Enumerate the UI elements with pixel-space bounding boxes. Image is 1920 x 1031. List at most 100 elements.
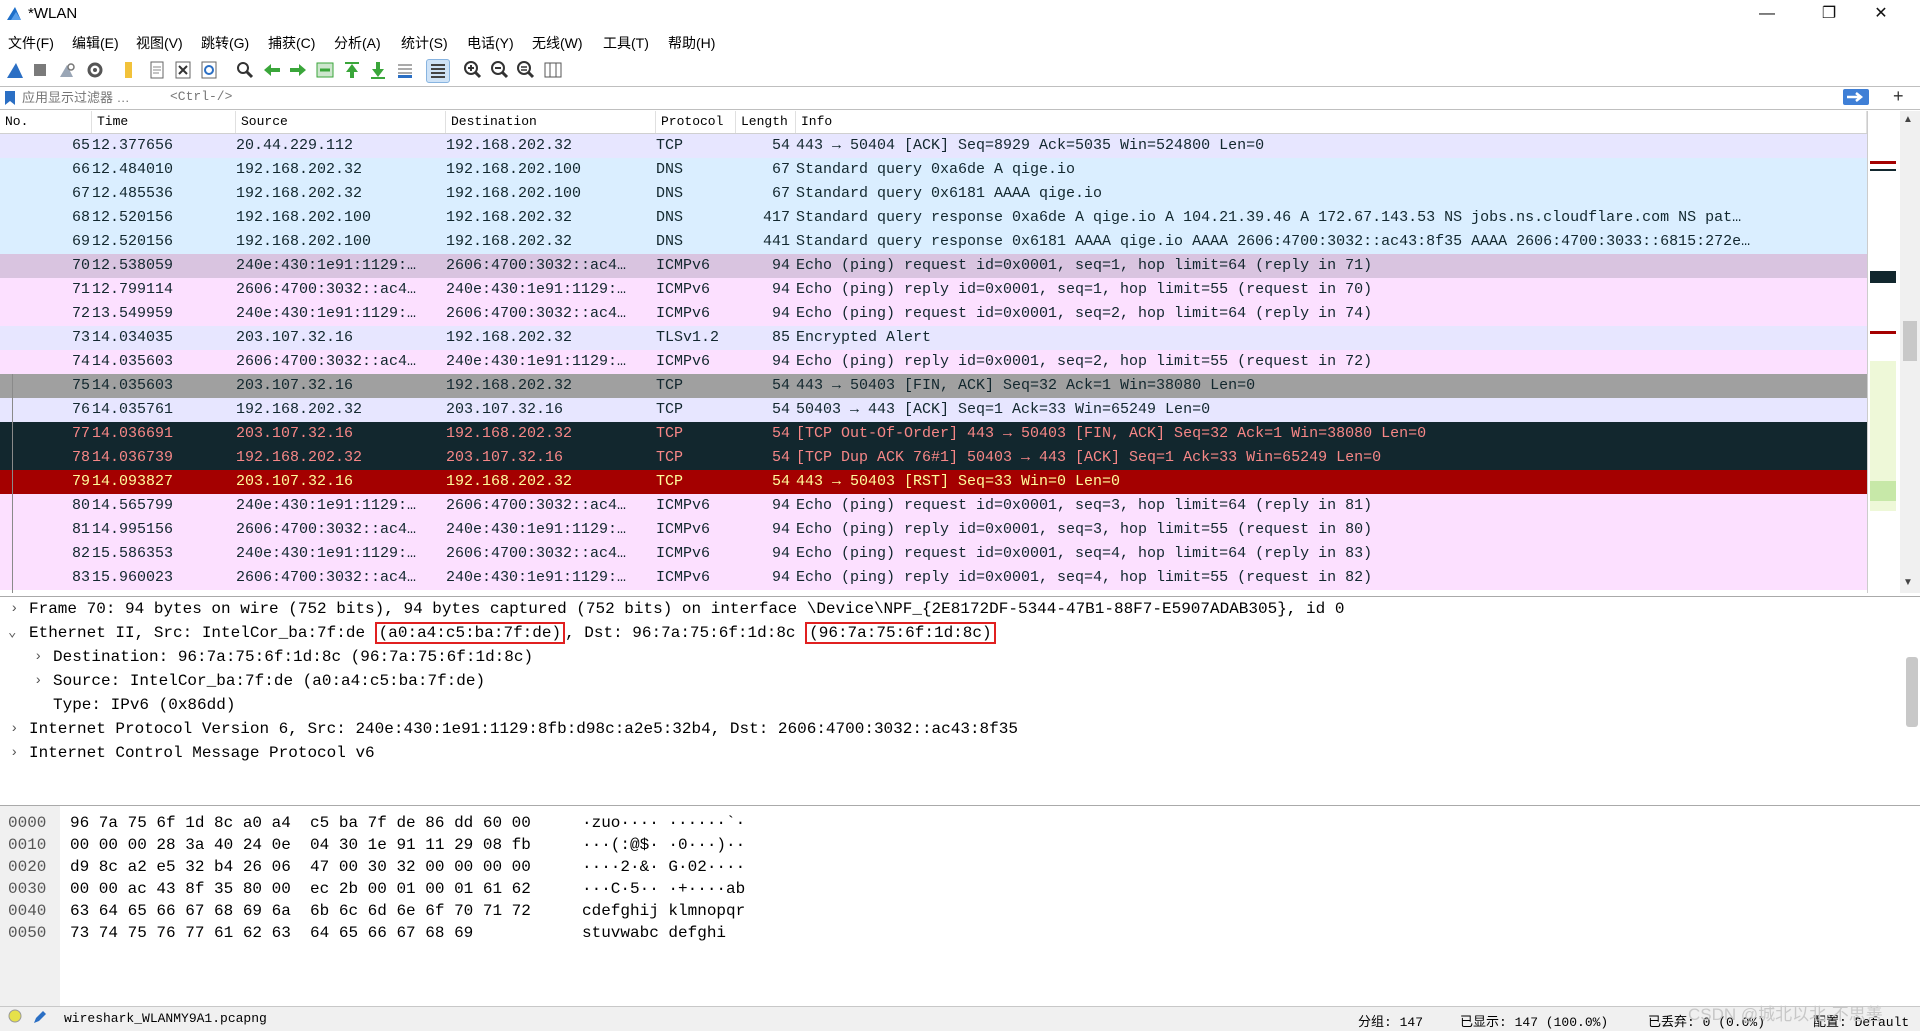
table-row[interactable]: 82 15.586353 240e:430:1e91:1129:… 2606:4700… <box>0 542 1867 566</box>
packet-minimap[interactable] <box>1867 111 1898 593</box>
table-row[interactable]: 79 14.093827 203.107.32.16 192.168.202.32 TC… <box>0 470 1867 494</box>
cell-info: Standard query 0xa6de A qige.io <box>796 161 1076 178</box>
menu-tools[interactable]: 工具(T) <box>603 33 649 53</box>
display-filter-input[interactable] <box>22 88 1837 106</box>
table-row[interactable]: 66 12.484010 192.168.202.32 192.168.202.100… <box>0 158 1867 182</box>
options-gear-icon[interactable] <box>84 59 106 81</box>
table-row[interactable]: 65 12.377656 20.44.229.112 192.168.202.32 TC… <box>0 134 1867 158</box>
expand-arrow-icon[interactable]: › <box>10 741 18 765</box>
menu-wireless[interactable]: 无线(W) <box>532 33 583 53</box>
table-row[interactable]: 71 12.799114 2606:4700:3032::ac4… 240e:430:… <box>0 278 1867 302</box>
close-file-icon[interactable] <box>172 59 194 81</box>
zoom-normal-icon[interactable] <box>515 59 537 81</box>
table-row[interactable]: 75 14.035603 203.107.32.16 192.168.202.32 TC… <box>0 374 1867 398</box>
apply-filter-arrow-icon[interactable] <box>1843 89 1869 105</box>
packet-list-scrollbar[interactable]: ▲ ▼ <box>1900 111 1920 593</box>
table-row[interactable]: 70 12.538059 240e:430:1e91:1129:… 2606:4700… <box>0 254 1867 278</box>
hex-ascii[interactable]: ···C·5·· ·+····ab <box>582 878 745 900</box>
zoom-in-icon[interactable] <box>462 59 484 81</box>
hex-ascii[interactable]: stuvwabc defghi <box>582 922 726 944</box>
tree-item-ethernet[interactable]: ⌄ Ethernet II, Src: IntelCor_ba:7f:de (a… <box>0 621 1100 645</box>
table-row[interactable]: 83 15.960023 2606:4700:3032::ac4… 240e:430:… <box>0 566 1867 590</box>
add-filter-button[interactable]: + <box>1893 86 1904 107</box>
column-header-source[interactable]: Source <box>236 111 446 133</box>
colorize-icon[interactable] <box>426 59 450 83</box>
hex-bytes[interactable]: 96 7a 75 6f 1d 8c a0 a4 c5 ba 7f de 86 d… <box>70 812 531 834</box>
cell-src: 192.168.202.32 <box>236 161 363 178</box>
details-scrollbar-thumb[interactable] <box>1906 657 1918 727</box>
hex-bytes[interactable]: 00 00 00 28 3a 40 24 0e 04 30 1e 91 11 2… <box>70 834 531 856</box>
menu-file[interactable]: 文件(F) <box>8 33 54 53</box>
last-packet-icon[interactable] <box>367 59 389 81</box>
expert-info-led-icon[interactable] <box>8 1009 22 1026</box>
hex-ascii[interactable]: ·zuo···· ······`· <box>582 812 745 834</box>
table-row[interactable]: 76 14.035761 192.168.202.32 203.107.32.16 TC… <box>0 398 1867 422</box>
stop-icon[interactable] <box>29 59 51 81</box>
expand-arrow-icon[interactable]: › <box>34 645 42 669</box>
auto-scroll-icon[interactable] <box>394 59 416 81</box>
hex-ascii[interactable]: cdefghij klmnopqr <box>582 900 745 922</box>
table-row[interactable]: 80 14.565799 240e:430:1e91:1129:… 2606:4700… <box>0 494 1867 518</box>
hex-ascii[interactable]: ···(:@$· ·0···)·· <box>582 834 745 856</box>
go-to-packet-icon[interactable] <box>314 59 336 81</box>
cell-info: Echo (ping) reply id=0x0001, seq=1, hop … <box>796 281 1373 298</box>
hex-bytes[interactable]: 00 00 ac 43 8f 35 80 00 ec 2b 00 01 00 0… <box>70 878 531 900</box>
menu-telephony[interactable]: 电话(Y) <box>467 33 514 53</box>
go-forward-icon[interactable] <box>287 59 309 81</box>
close-button[interactable]: ✕ <box>1858 0 1904 28</box>
cell-no: 77 <box>71 425 90 442</box>
menu-help[interactable]: 帮助(H) <box>668 33 715 53</box>
find-icon[interactable] <box>234 59 256 81</box>
capture-comment-icon[interactable] <box>32 1009 48 1028</box>
cell-time: 14.035603 <box>92 377 174 394</box>
menu-statistics[interactable]: 统计(S) <box>401 33 448 53</box>
column-header-length[interactable]: Length <box>736 111 796 133</box>
hex-ascii[interactable]: ····2·&· G·02···· <box>582 856 745 878</box>
menu-capture[interactable]: 捕获(C) <box>268 33 315 53</box>
open-folder-icon[interactable] <box>118 59 140 81</box>
maximize-button[interactable]: ❐ <box>1806 0 1852 28</box>
restart-icon[interactable] <box>56 59 78 81</box>
hex-bytes[interactable]: d9 8c a2 e5 32 b4 26 06 47 00 30 32 00 0… <box>70 856 531 878</box>
hex-bytes[interactable]: 73 74 75 76 77 61 62 63 64 65 66 67 68 6… <box>70 922 473 944</box>
go-back-icon[interactable] <box>261 59 283 81</box>
table-row[interactable]: 72 13.549959 240e:430:1e91:1129:… 2606:4700… <box>0 302 1867 326</box>
reload-icon[interactable] <box>198 59 220 81</box>
table-row[interactable]: 67 12.485536 192.168.202.32 192.168.202.100… <box>0 182 1867 206</box>
zoom-out-icon[interactable] <box>489 59 511 81</box>
column-header-protocol[interactable]: Protocol <box>656 111 736 133</box>
cell-info: Standard query 0x6181 AAAA qige.io <box>796 185 1103 202</box>
file-set-icon[interactable] <box>146 59 168 81</box>
cell-info: Echo (ping) request id=0x0001, seq=1, ho… <box>796 257 1373 274</box>
resize-columns-icon[interactable] <box>542 59 564 81</box>
table-row[interactable]: 78 14.036739 192.168.202.32 203.107.32.16 TC… <box>0 446 1867 470</box>
menu-edit[interactable]: 编辑(E) <box>72 33 119 53</box>
column-header-no[interactable]: No. <box>0 111 92 133</box>
cell-len: 67 <box>771 161 790 178</box>
table-row[interactable]: 74 14.035603 2606:4700:3032::ac4… 240e:430:… <box>0 350 1867 374</box>
expand-arrow-icon[interactable]: › <box>10 597 18 621</box>
menu-view[interactable]: 视图(V) <box>136 33 183 53</box>
column-header-time[interactable]: Time <box>92 111 236 133</box>
table-row[interactable]: 81 14.995156 2606:4700:3032::ac4… 240e:430:… <box>0 518 1867 542</box>
table-row[interactable]: 68 12.520156 192.168.202.100 192.168.202.32… <box>0 206 1867 230</box>
tree-item-type[interactable]: Type: IPv6 (0x86dd) <box>53 693 235 717</box>
first-packet-icon[interactable] <box>341 59 363 81</box>
hex-bytes[interactable]: 63 64 65 66 67 68 69 6a 6b 6c 6d 6e 6f 7… <box>70 900 531 922</box>
cell-src: 203.107.32.16 <box>236 425 354 442</box>
shark-fin-start-icon[interactable] <box>4 59 26 81</box>
cell-no: 69 <box>71 233 90 250</box>
menu-go[interactable]: 跳转(G) <box>201 33 249 53</box>
column-header-info[interactable]: Info <box>796 111 1867 133</box>
minimize-button[interactable]: — <box>1744 0 1790 28</box>
expand-arrow-icon[interactable]: › <box>10 717 18 741</box>
bookmark-icon[interactable] <box>4 90 16 106</box>
menu-analyze[interactable]: 分析(A) <box>334 33 381 53</box>
table-row[interactable]: 69 12.520156 192.168.202.100 192.168.202.32… <box>0 230 1867 254</box>
cell-len: 94 <box>771 521 790 538</box>
expand-arrow-icon[interactable]: › <box>34 669 42 693</box>
table-row[interactable]: 77 14.036691 203.107.32.16 192.168.202.32 TC… <box>0 422 1867 446</box>
column-header-destination[interactable]: Destination <box>446 111 656 133</box>
collapse-arrow-icon[interactable]: ⌄ <box>8 621 16 645</box>
table-row[interactable]: 73 14.034035 203.107.32.16 192.168.202.32 TL… <box>0 326 1867 350</box>
